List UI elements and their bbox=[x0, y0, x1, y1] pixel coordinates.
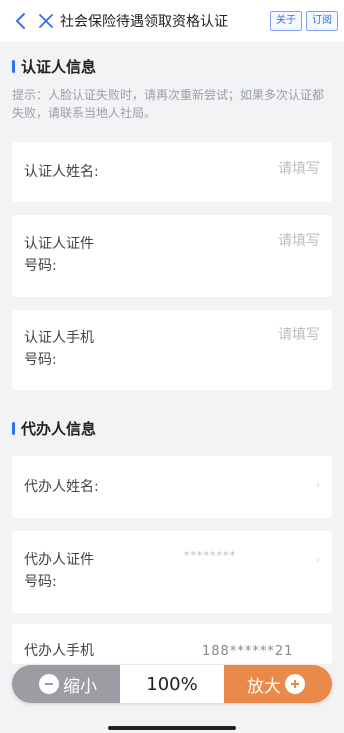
zoom-out-label: 缩小 bbox=[63, 676, 97, 697]
certifier-name-input[interactable] bbox=[200, 161, 320, 177]
certifier-name-row[interactable]: 认证人姓名: bbox=[12, 142, 332, 202]
zoom-in-label: 放大 bbox=[247, 676, 281, 697]
zoom-out-button[interactable]: 缩小 bbox=[12, 665, 120, 703]
plus-icon bbox=[285, 674, 305, 694]
header-actions: 关于 订阅 bbox=[270, 11, 338, 31]
agent-phone-label: 代办人手机 bbox=[24, 643, 94, 659]
zoom-control: 缩小 100% 放大 bbox=[12, 665, 332, 703]
certifier-id-label: 认证人证件 号码: bbox=[24, 236, 94, 274]
agent-section-title: 代办人信息 bbox=[12, 418, 96, 439]
certifier-section-title: 认证人信息 bbox=[12, 56, 96, 77]
certifier-section-title-text: 认证人信息 bbox=[21, 58, 97, 76]
agent-section-title-text: 代办人信息 bbox=[21, 420, 97, 438]
certifier-phone-label: 认证人手机 号码: bbox=[24, 330, 94, 368]
agent-phone-value[interactable]: 188******21 bbox=[202, 644, 293, 659]
edit-icon: ‹ bbox=[316, 480, 320, 491]
back-icon[interactable] bbox=[8, 0, 32, 42]
top-nav-bar: 社会保险待遇领取资格认证 关于 订阅 bbox=[0, 0, 344, 42]
certifier-phone-row[interactable]: 认证人手机 号码: bbox=[12, 310, 332, 390]
close-icon[interactable] bbox=[34, 0, 58, 42]
minus-icon bbox=[39, 674, 59, 694]
zoom-in-button[interactable]: 放大 bbox=[224, 665, 332, 703]
agent-id-label: 代办人证件 号码: bbox=[24, 552, 94, 590]
certifier-id-row[interactable]: 认证人证件 号码: bbox=[12, 215, 332, 297]
page-title: 社会保险待遇领取资格认证 bbox=[60, 14, 228, 30]
subscribe-button[interactable]: 订阅 bbox=[306, 11, 338, 31]
agent-id-value[interactable]: ******** bbox=[184, 549, 236, 562]
agent-name-label: 代办人姓名: bbox=[24, 479, 99, 495]
zoom-level: 100% bbox=[120, 665, 224, 703]
section-marker bbox=[12, 422, 15, 435]
certification-hint: 提示：人脸认证失败时，请再次重新尝试；如果多次认证都失败，请联系当地人社局。 bbox=[12, 88, 325, 120]
certifier-name-label: 认证人姓名: bbox=[24, 164, 99, 180]
certifier-phone-input[interactable] bbox=[200, 327, 320, 343]
agent-id-row[interactable]: 代办人证件 号码: ******** ‹ bbox=[12, 531, 332, 613]
certifier-id-input[interactable] bbox=[200, 233, 320, 249]
about-button[interactable]: 关于 bbox=[270, 11, 302, 31]
section-marker bbox=[12, 60, 15, 73]
agent-name-row[interactable]: 代办人姓名: ‹ bbox=[12, 456, 332, 518]
agent-phone-row[interactable]: 代办人手机 188******21 bbox=[12, 624, 332, 664]
edit-icon: ‹ bbox=[316, 555, 320, 566]
home-indicator bbox=[108, 726, 236, 730]
